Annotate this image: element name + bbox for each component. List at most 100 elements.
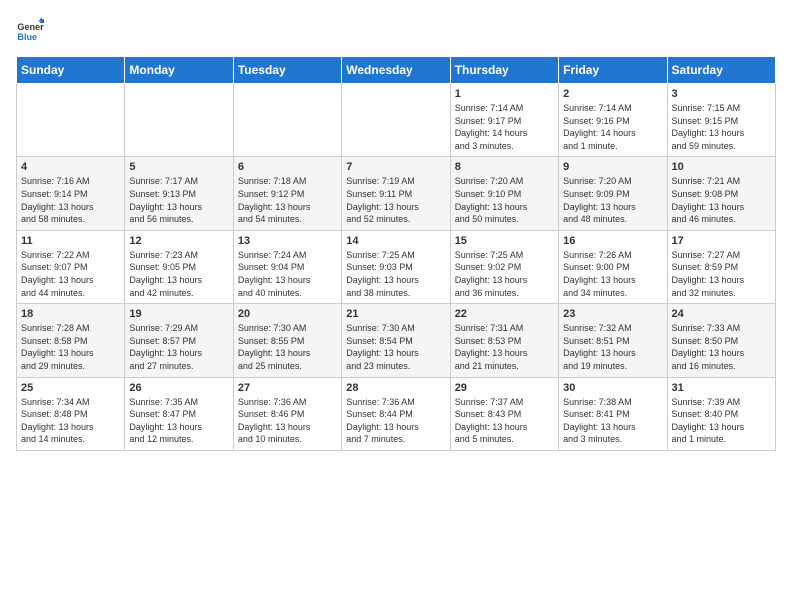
day-info: Sunrise: 7:38 AM Sunset: 8:41 PM Dayligh…	[563, 396, 662, 446]
day-info: Sunrise: 7:22 AM Sunset: 9:07 PM Dayligh…	[21, 249, 120, 299]
day-number: 1	[455, 88, 554, 100]
calendar-cell: 28Sunrise: 7:36 AM Sunset: 8:44 PM Dayli…	[342, 377, 450, 450]
day-number: 25	[21, 382, 120, 394]
day-number: 6	[238, 161, 337, 173]
calendar-cell: 8Sunrise: 7:20 AM Sunset: 9:10 PM Daylig…	[450, 157, 558, 230]
day-info: Sunrise: 7:24 AM Sunset: 9:04 PM Dayligh…	[238, 249, 337, 299]
calendar-cell: 10 Sunrise: 7:21 AM Sunset: 9:08 PM Dayli…	[667, 157, 775, 230]
day-info: Sunrise: 7:26 AM Sunset: 9:00 PM Dayligh…	[563, 249, 662, 299]
day-info: Sunrise: 7:36 AM Sunset: 8:46 PM Dayligh…	[238, 396, 337, 446]
calendar-cell: 17 Sunrise: 7:27 AM Sunset: 8:59 PM Dayli…	[667, 230, 775, 303]
calendar-cell: 9 Sunrise: 7:20 AM Sunset: 9:09 PM Daylig…	[559, 157, 667, 230]
day-info: Sunrise: 7:31 AM Sunset: 8:53 PM Dayligh…	[455, 322, 554, 372]
day-number: 27	[238, 382, 337, 394]
calendar-cell	[17, 84, 125, 157]
calendar-cell: 15Sunrise: 7:25 AM Sunset: 9:02 PM Dayli…	[450, 230, 558, 303]
day-number: 5	[129, 161, 228, 173]
day-number: 24	[672, 308, 771, 320]
day-number: 16	[563, 235, 662, 247]
calendar-cell: 31 Sunrise: 7:39 AM Sunset: 8:40 PM Dayli…	[667, 377, 775, 450]
day-info: Sunrise: 7:21 AM Sunset: 9:08 PM Dayligh…	[672, 175, 771, 225]
calendar-week-row-4: 18Sunrise: 7:28 AM Sunset: 8:58 PM Dayli…	[17, 304, 776, 377]
calendar-cell: 4 Sunrise: 7:16 AM Sunset: 9:14 PM Daylig…	[17, 157, 125, 230]
weekday-header-sunday: Sunday	[17, 57, 125, 84]
day-info: Sunrise: 7:35 AM Sunset: 8:47 PM Dayligh…	[129, 396, 228, 446]
day-number: 22	[455, 308, 554, 320]
svg-text:General: General	[17, 22, 44, 32]
day-number: 31	[672, 382, 771, 394]
day-number: 14	[346, 235, 445, 247]
day-number: 29	[455, 382, 554, 394]
day-number: 17	[672, 235, 771, 247]
logo: General Blue	[16, 16, 48, 44]
day-number: 10	[672, 161, 771, 173]
calendar-cell: 3 Sunrise: 7:15 AM Sunset: 9:15 PM Daylig…	[667, 84, 775, 157]
weekday-header-thursday: Thursday	[450, 57, 558, 84]
day-number: 9	[563, 161, 662, 173]
day-info: Sunrise: 7:14 AM Sunset: 9:17 PM Dayligh…	[455, 102, 554, 152]
day-number: 13	[238, 235, 337, 247]
day-info: Sunrise: 7:36 AM Sunset: 8:44 PM Dayligh…	[346, 396, 445, 446]
logo-icon: General Blue	[16, 16, 44, 44]
calendar-cell: 26 Sunrise: 7:35 AM Sunset: 8:47 PM Dayli…	[125, 377, 233, 450]
calendar-week-row-2: 4 Sunrise: 7:16 AM Sunset: 9:14 PM Daylig…	[17, 157, 776, 230]
calendar-cell: 13 Sunrise: 7:24 AM Sunset: 9:04 PM Dayli…	[233, 230, 341, 303]
weekday-header-row: SundayMondayTuesdayWednesdayThursdayFrid…	[17, 57, 776, 84]
day-number: 2	[563, 88, 662, 100]
day-info: Sunrise: 7:25 AM Sunset: 9:03 PM Dayligh…	[346, 249, 445, 299]
weekday-header-friday: Friday	[559, 57, 667, 84]
day-info: Sunrise: 7:18 AM Sunset: 9:12 PM Dayligh…	[238, 175, 337, 225]
day-info: Sunrise: 7:37 AM Sunset: 8:43 PM Dayligh…	[455, 396, 554, 446]
day-number: 30	[563, 382, 662, 394]
day-number: 11	[21, 235, 120, 247]
calendar-cell	[233, 84, 341, 157]
calendar-cell: 6 Sunrise: 7:18 AM Sunset: 9:12 PM Daylig…	[233, 157, 341, 230]
day-number: 12	[129, 235, 228, 247]
calendar-week-row-1: 1 Sunrise: 7:14 AM Sunset: 9:17 PM Daylig…	[17, 84, 776, 157]
calendar-cell: 30 Sunrise: 7:38 AM Sunset: 8:41 PM Dayli…	[559, 377, 667, 450]
day-info: Sunrise: 7:29 AM Sunset: 8:57 PM Dayligh…	[129, 322, 228, 372]
day-number: 21	[346, 308, 445, 320]
day-info: Sunrise: 7:17 AM Sunset: 9:13 PM Dayligh…	[129, 175, 228, 225]
day-info: Sunrise: 7:15 AM Sunset: 9:15 PM Dayligh…	[672, 102, 771, 152]
day-info: Sunrise: 7:16 AM Sunset: 9:14 PM Dayligh…	[21, 175, 120, 225]
day-number: 19	[129, 308, 228, 320]
calendar-table: SundayMondayTuesdayWednesdayThursdayFrid…	[16, 56, 776, 451]
calendar-cell: 27 Sunrise: 7:36 AM Sunset: 8:46 PM Dayli…	[233, 377, 341, 450]
weekday-header-monday: Monday	[125, 57, 233, 84]
calendar-cell: 22 Sunrise: 7:31 AM Sunset: 8:53 PM Dayli…	[450, 304, 558, 377]
day-number: 7	[346, 161, 445, 173]
calendar-cell: 7 Sunrise: 7:19 AM Sunset: 9:11 PM Daylig…	[342, 157, 450, 230]
day-info: Sunrise: 7:20 AM Sunset: 9:10 PM Dayligh…	[455, 175, 554, 225]
weekday-header-saturday: Saturday	[667, 57, 775, 84]
day-info: Sunrise: 7:23 AM Sunset: 9:05 PM Dayligh…	[129, 249, 228, 299]
calendar-cell: 16 Sunrise: 7:26 AM Sunset: 9:00 PM Dayli…	[559, 230, 667, 303]
day-info: Sunrise: 7:19 AM Sunset: 9:11 PM Dayligh…	[346, 175, 445, 225]
calendar-week-row-5: 25 Sunrise: 7:34 AM Sunset: 8:48 PM Dayli…	[17, 377, 776, 450]
day-info: Sunrise: 7:20 AM Sunset: 9:09 PM Dayligh…	[563, 175, 662, 225]
day-info: Sunrise: 7:27 AM Sunset: 8:59 PM Dayligh…	[672, 249, 771, 299]
calendar-cell	[125, 84, 233, 157]
weekday-header-tuesday: Tuesday	[233, 57, 341, 84]
day-number: 4	[21, 161, 120, 173]
day-number: 3	[672, 88, 771, 100]
day-number: 26	[129, 382, 228, 394]
calendar-cell: 29 Sunrise: 7:37 AM Sunset: 8:43 PM Dayli…	[450, 377, 558, 450]
calendar-cell: 2 Sunrise: 7:14 AM Sunset: 9:16 PM Daylig…	[559, 84, 667, 157]
calendar-cell: 20Sunrise: 7:30 AM Sunset: 8:55 PM Dayli…	[233, 304, 341, 377]
day-info: Sunrise: 7:39 AM Sunset: 8:40 PM Dayligh…	[672, 396, 771, 446]
day-info: Sunrise: 7:30 AM Sunset: 8:55 PM Dayligh…	[238, 322, 337, 372]
calendar-cell: 5 Sunrise: 7:17 AM Sunset: 9:13 PM Daylig…	[125, 157, 233, 230]
calendar-week-row-3: 11 Sunrise: 7:22 AM Sunset: 9:07 PM Dayli…	[17, 230, 776, 303]
day-info: Sunrise: 7:28 AM Sunset: 8:58 PM Dayligh…	[21, 322, 120, 372]
calendar-cell: 12 Sunrise: 7:23 AM Sunset: 9:05 PM Dayli…	[125, 230, 233, 303]
calendar-cell	[342, 84, 450, 157]
calendar-cell: 21 Sunrise: 7:30 AM Sunset: 8:54 PM Dayli…	[342, 304, 450, 377]
day-info: Sunrise: 7:14 AM Sunset: 9:16 PM Dayligh…	[563, 102, 662, 152]
day-info: Sunrise: 7:30 AM Sunset: 8:54 PM Dayligh…	[346, 322, 445, 372]
day-number: 15	[455, 235, 554, 247]
calendar-cell: 18Sunrise: 7:28 AM Sunset: 8:58 PM Dayli…	[17, 304, 125, 377]
day-info: Sunrise: 7:34 AM Sunset: 8:48 PM Dayligh…	[21, 396, 120, 446]
day-number: 23	[563, 308, 662, 320]
calendar-cell: 14 Sunrise: 7:25 AM Sunset: 9:03 PM Dayli…	[342, 230, 450, 303]
